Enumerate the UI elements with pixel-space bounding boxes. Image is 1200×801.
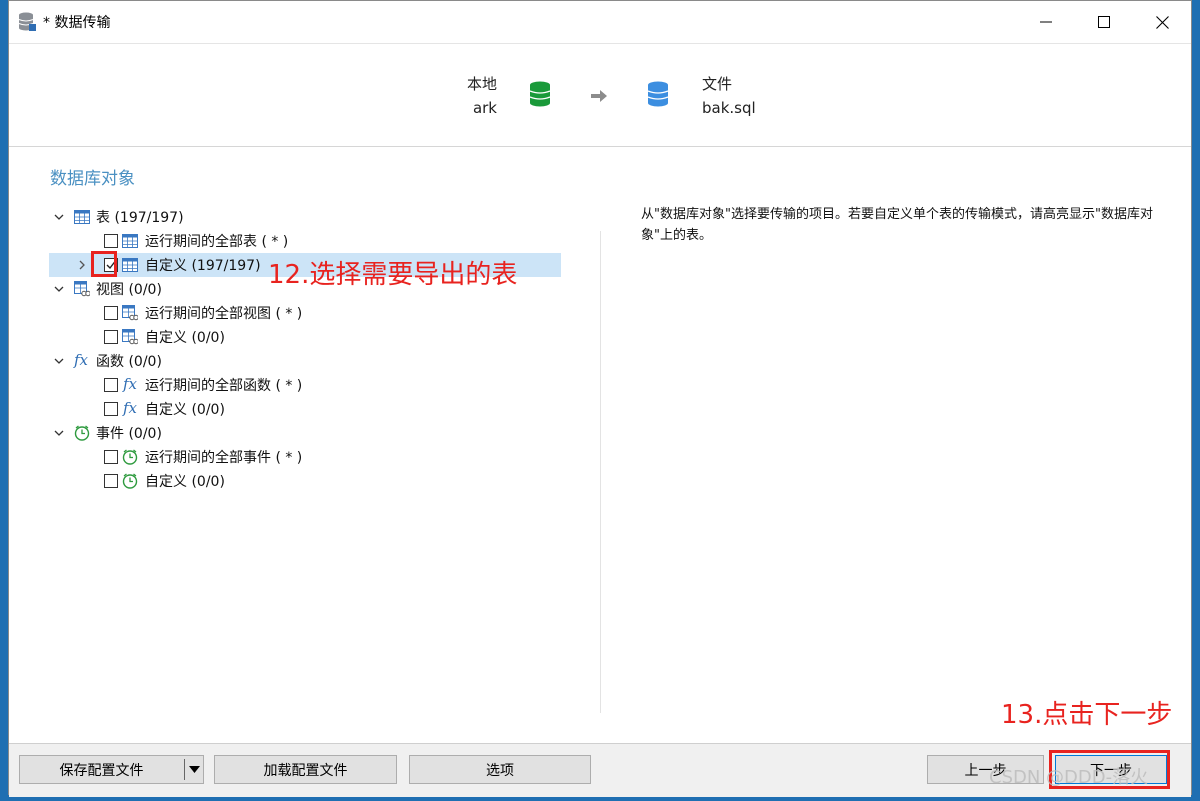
- checkbox[interactable]: [104, 474, 118, 488]
- maximize-icon: [1098, 16, 1110, 28]
- tree-node-tables[interactable]: 表 (197/197): [49, 205, 349, 229]
- chevron-down-icon[interactable]: [53, 211, 65, 223]
- minimize-button[interactable]: [1017, 1, 1075, 43]
- view-icon: [122, 329, 138, 345]
- source-database-icon: [529, 81, 551, 107]
- section-title: 数据库对象: [50, 169, 135, 189]
- source-type: 本地: [466, 75, 497, 93]
- checkbox[interactable]: [104, 402, 118, 416]
- target-name: bak.sql: [702, 99, 756, 117]
- chevron-right-icon[interactable]: [76, 259, 88, 271]
- description-text: 从"数据库对象"选择要传输的项目。若要自定义单个表的传输模式，请高亮显示"数据库…: [641, 207, 1153, 243]
- table-icon: [74, 210, 90, 224]
- tree-item-label: 自定义 (0/0): [145, 474, 225, 490]
- save-config-button[interactable]: 保存配置文件: [20, 760, 183, 780]
- tree-node-events[interactable]: 事件 (0/0): [49, 421, 349, 445]
- checkbox[interactable]: [104, 306, 118, 320]
- title-bar: * 数据传输: [9, 1, 1191, 43]
- transfer-header: 本地 ark 文件 bak.sql: [9, 43, 1191, 147]
- tree-item-label: 自定义 (0/0): [145, 330, 225, 346]
- close-button[interactable]: [1133, 1, 1191, 43]
- tree-item-views-runtime-all[interactable]: 运行期间的全部视图 ( * ): [49, 301, 349, 325]
- table-icon: [122, 258, 138, 272]
- annotation-highlight-checkbox: [91, 251, 117, 277]
- split-divider: [184, 759, 185, 780]
- minimize-icon: [1040, 21, 1052, 23]
- tree-item-label: 运行期间的全部函数 ( * ): [145, 378, 303, 394]
- target-file-icon: [647, 81, 669, 107]
- tree-item-events-custom[interactable]: 自定义 (0/0): [49, 469, 349, 493]
- chevron-down-icon[interactable]: [53, 427, 65, 439]
- tree-item-label: 自定义 (197/197): [145, 258, 261, 274]
- tree-item-label: 运行期间的全部表 ( * ): [145, 234, 289, 250]
- chevron-down-icon[interactable]: [53, 283, 65, 295]
- event-clock-icon: [122, 473, 138, 489]
- tree-item-tables-runtime-all[interactable]: 运行期间的全部表 ( * ): [49, 229, 349, 253]
- view-icon: [74, 281, 90, 297]
- source-info: 本地 ark: [467, 72, 497, 120]
- save-config-split-button: 保存配置文件: [19, 755, 204, 784]
- watermark: CSDN @DDD-落火: [989, 767, 1149, 788]
- annotation-step-13: 13.点击下一步: [1001, 700, 1173, 730]
- close-icon: [1155, 15, 1169, 29]
- tree-node-label: 表 (197/197): [96, 210, 184, 226]
- window-title: * 数据传输: [43, 15, 111, 31]
- chevron-down-icon[interactable]: [53, 355, 65, 367]
- target-info: 文件 bak.sql: [702, 72, 756, 120]
- function-icon: fx: [123, 375, 138, 393]
- arrow-right-icon: [591, 90, 607, 102]
- source-name: ark: [472, 99, 497, 117]
- checkbox[interactable]: [104, 234, 118, 248]
- load-config-button[interactable]: 加载配置文件: [214, 755, 397, 784]
- tree-node-label: 函数 (0/0): [96, 354, 162, 370]
- event-clock-icon: [74, 425, 90, 441]
- tree-item-functions-custom[interactable]: fx 自定义 (0/0): [49, 397, 349, 421]
- tree-node-label: 事件 (0/0): [96, 426, 162, 442]
- checkbox[interactable]: [104, 330, 118, 344]
- function-icon: fx: [74, 351, 89, 369]
- tree-node-functions[interactable]: fx 函数 (0/0): [49, 349, 349, 373]
- event-clock-icon: [122, 449, 138, 465]
- tree-item-functions-runtime-all[interactable]: fx 运行期间的全部函数 ( * ): [49, 373, 349, 397]
- tree-item-label: 运行期间的全部视图 ( * ): [145, 306, 303, 322]
- database-icon: [18, 12, 36, 31]
- dropdown-arrow-icon[interactable]: [189, 766, 200, 773]
- view-icon: [122, 305, 138, 321]
- tree-item-label: 自定义 (0/0): [145, 402, 225, 418]
- annotation-step-12: 12.选择需要导出的表: [268, 260, 518, 290]
- table-icon: [122, 234, 138, 248]
- target-type: 文件: [702, 75, 733, 93]
- tree-item-views-custom[interactable]: 自定义 (0/0): [49, 325, 349, 349]
- tree-node-label: 视图 (0/0): [96, 282, 162, 298]
- panel-divider: [600, 231, 601, 713]
- tree-item-events-runtime-all[interactable]: 运行期间的全部事件 ( * ): [49, 445, 349, 469]
- options-button[interactable]: 选项: [409, 755, 591, 784]
- checkbox[interactable]: [104, 450, 118, 464]
- function-icon: fx: [123, 399, 138, 417]
- data-transfer-window: * 数据传输 本地 ark 文件 bak.sql 数据库对象 表 (197/19…: [8, 0, 1192, 797]
- tree-item-label: 运行期间的全部事件 ( * ): [145, 450, 303, 466]
- checkbox[interactable]: [104, 378, 118, 392]
- maximize-button[interactable]: [1075, 1, 1133, 43]
